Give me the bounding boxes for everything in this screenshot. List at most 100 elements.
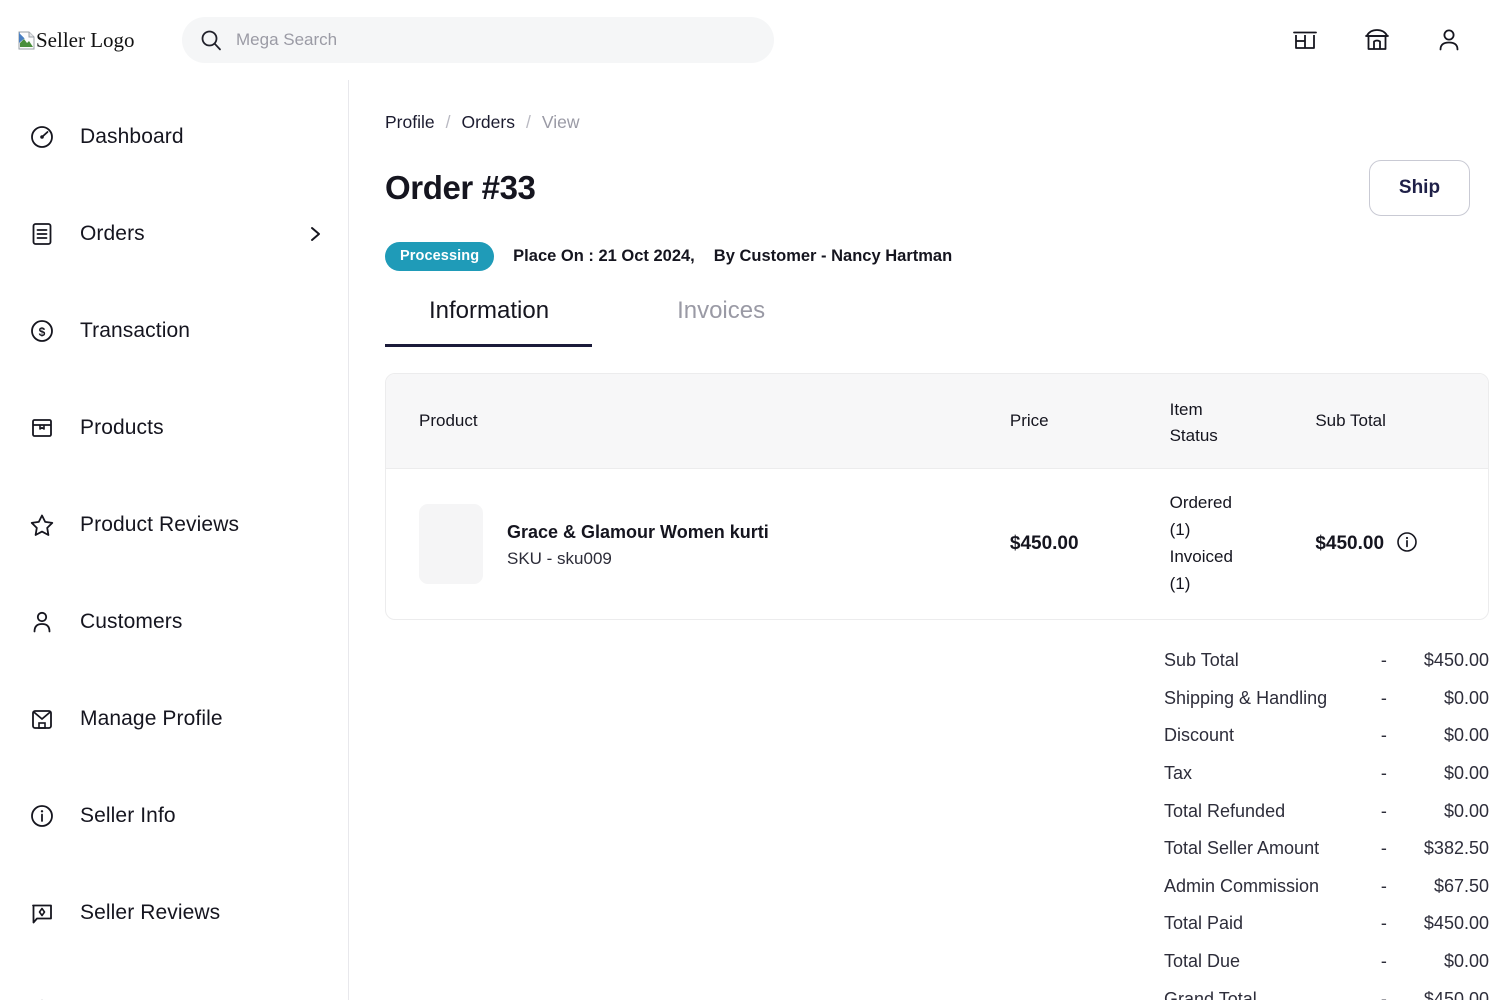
sidebar-item-label: Products <box>80 415 164 439</box>
customers-icon <box>28 608 56 636</box>
sidebar-item-orders[interactable]: Orders <box>0 185 348 282</box>
summary-dash: - <box>1380 951 1387 972</box>
account-icon[interactable] <box>1434 25 1464 55</box>
summary-dash: - <box>1380 800 1387 821</box>
summary-value: $0.00 <box>1443 763 1489 784</box>
column-header-item-status-line2: Status <box>1169 426 1218 446</box>
breadcrumb-separator: / <box>525 112 531 132</box>
summary-label: Total Paid <box>1164 913 1244 934</box>
summary-label: Tax <box>1164 763 1193 784</box>
product-cell: Grace & Glamour Women kurti SKU - sku009 <box>386 469 1010 619</box>
sidebar-item-label: Product Reviews <box>80 512 240 536</box>
product-info: Grace & Glamour Women kurti SKU - sku009 <box>507 519 769 569</box>
summary-value: $0.00 <box>1443 725 1489 746</box>
top-bar: Seller Logo <box>0 0 1508 80</box>
summary-dash: - <box>1380 725 1387 746</box>
item-status-cell: Ordered (1) Invoiced (1) <box>1170 469 1316 619</box>
tabs: Information Invoices <box>384 297 1488 347</box>
status-badge: Processing <box>385 242 495 271</box>
page-title: Order #33 <box>385 169 536 206</box>
sidebar-item-transaction[interactable]: $ Transaction <box>0 282 348 379</box>
summary-value: $67.50 <box>1433 875 1489 896</box>
order-summary: Sub Total - $450.00 Shipping & Handling … <box>385 642 1489 1000</box>
breadcrumb: Profile / Orders / View <box>385 112 1488 133</box>
topbar-actions <box>1290 25 1484 55</box>
row-sub-total: $450.00 <box>1315 533 1385 554</box>
sidebar-item-seller-reviews[interactable]: Seller Reviews <box>0 864 348 961</box>
info-icon <box>28 802 56 830</box>
summary-value: $450.00 <box>1423 650 1489 671</box>
sidebar-item-dashboard[interactable]: Dashboard <box>0 88 348 185</box>
column-header-sub-total: Sub Total <box>1315 411 1386 430</box>
seller-reviews-icon <box>28 899 56 927</box>
item-status-invoiced: Invoiced <box>1169 547 1233 566</box>
svg-text:$: $ <box>39 325 46 339</box>
tab-information[interactable]: Information <box>384 297 593 347</box>
breadcrumb-item-view: View <box>541 112 580 132</box>
product-sku: SKU - sku009 <box>507 549 612 569</box>
users-icon <box>28 996 56 1000</box>
summary-dash: - <box>1380 875 1387 896</box>
summary-value: $0.00 <box>1443 951 1489 972</box>
summary-row: Shipping & Handling - $0.00 <box>385 680 1489 718</box>
tab-invoices[interactable]: Invoices <box>677 297 765 347</box>
item-status-lines: Ordered (1) Invoiced (1) <box>1170 490 1233 597</box>
search-input[interactable] <box>236 30 756 50</box>
sidebar-item-users[interactable]: Users <box>0 961 348 1000</box>
sidebar-item-label: Manage Profile <box>80 706 223 730</box>
summary-value: $382.50 <box>1423 838 1489 859</box>
sidebar-item-manage-profile[interactable]: Manage Profile <box>0 670 348 767</box>
sidebar-item-customers[interactable]: Customers <box>0 573 348 670</box>
column-header-product: Product <box>419 411 478 430</box>
placed-on-text: Place On : 21 Oct 2024, <box>513 247 695 265</box>
summary-label: Total Seller Amount <box>1164 838 1320 859</box>
summary-dash: - <box>1380 913 1387 934</box>
item-status-invoiced-qty: (1) <box>1169 573 1191 593</box>
broken-image-glyph <box>18 31 35 50</box>
manage-profile-icon <box>28 705 56 733</box>
sidebar-item-label: Customers <box>80 609 183 633</box>
dashboard-icon <box>28 123 56 151</box>
summary-row: Grand Total - $450.00 <box>385 980 1489 1000</box>
item-status-ordered: Ordered <box>1169 493 1232 513</box>
breadcrumb-item-orders[interactable]: Orders <box>461 112 514 133</box>
summary-row: Total Seller Amount - $382.50 <box>385 830 1489 868</box>
product-name: Grace & Glamour Women kurti <box>507 521 769 542</box>
summary-dash: - <box>1380 650 1387 671</box>
logo-alt-text: Seller Logo <box>36 27 135 52</box>
main-content: Profile / Orders / View Order #33 Ship P… <box>349 80 1508 1000</box>
breadcrumb-item-profile[interactable]: Profile <box>385 112 435 133</box>
summary-dash: - <box>1380 838 1387 859</box>
sidebar-item-label: Seller Info <box>80 803 176 827</box>
summary-value: $450.00 <box>1423 988 1489 1000</box>
logo[interactable]: Seller Logo <box>18 28 166 53</box>
summary-row: Admin Commission - $67.50 <box>385 868 1489 906</box>
search-icon <box>200 29 222 51</box>
summary-label: Sub Total <box>1164 650 1239 671</box>
store-icon[interactable] <box>1290 25 1320 55</box>
summary-label: Admin Commission <box>1164 875 1320 896</box>
summary-row: Tax - $0.00 <box>385 755 1489 793</box>
transaction-icon: $ <box>28 317 56 345</box>
shop-icon[interactable] <box>1362 25 1392 55</box>
search-box[interactable] <box>182 17 774 63</box>
item-status-ordered-qty: (1) <box>1169 520 1191 540</box>
sidebar-item-label: Dashboard <box>80 124 184 148</box>
column-header-item-status: Item Status <box>1170 374 1316 468</box>
breadcrumb-separator: / <box>445 112 451 132</box>
ship-button[interactable]: Ship <box>1369 160 1470 216</box>
order-meta: Processing Place On : 21 Oct 2024, By Cu… <box>385 242 1488 271</box>
summary-row: Total Due - $0.00 <box>385 943 1489 981</box>
summary-label: Total Refunded <box>1164 800 1286 821</box>
column-header-price: Price <box>1009 411 1049 430</box>
order-items-table: Product Price Item Status Sub Total Grac… <box>385 373 1489 620</box>
summary-row: Sub Total - $450.00 <box>385 642 1489 680</box>
summary-row: Total Refunded - $0.00 <box>385 792 1489 830</box>
info-icon[interactable] <box>1396 531 1418 558</box>
sidebar-item-product-reviews[interactable]: Product Reviews <box>0 476 348 573</box>
products-icon <box>28 414 56 442</box>
customer-text: By Customer - Nancy Hartman <box>713 247 953 265</box>
chevron-right-icon[interactable] <box>306 225 324 243</box>
sidebar-item-seller-info[interactable]: Seller Info <box>0 767 348 864</box>
sidebar-item-products[interactable]: Products <box>0 379 348 476</box>
